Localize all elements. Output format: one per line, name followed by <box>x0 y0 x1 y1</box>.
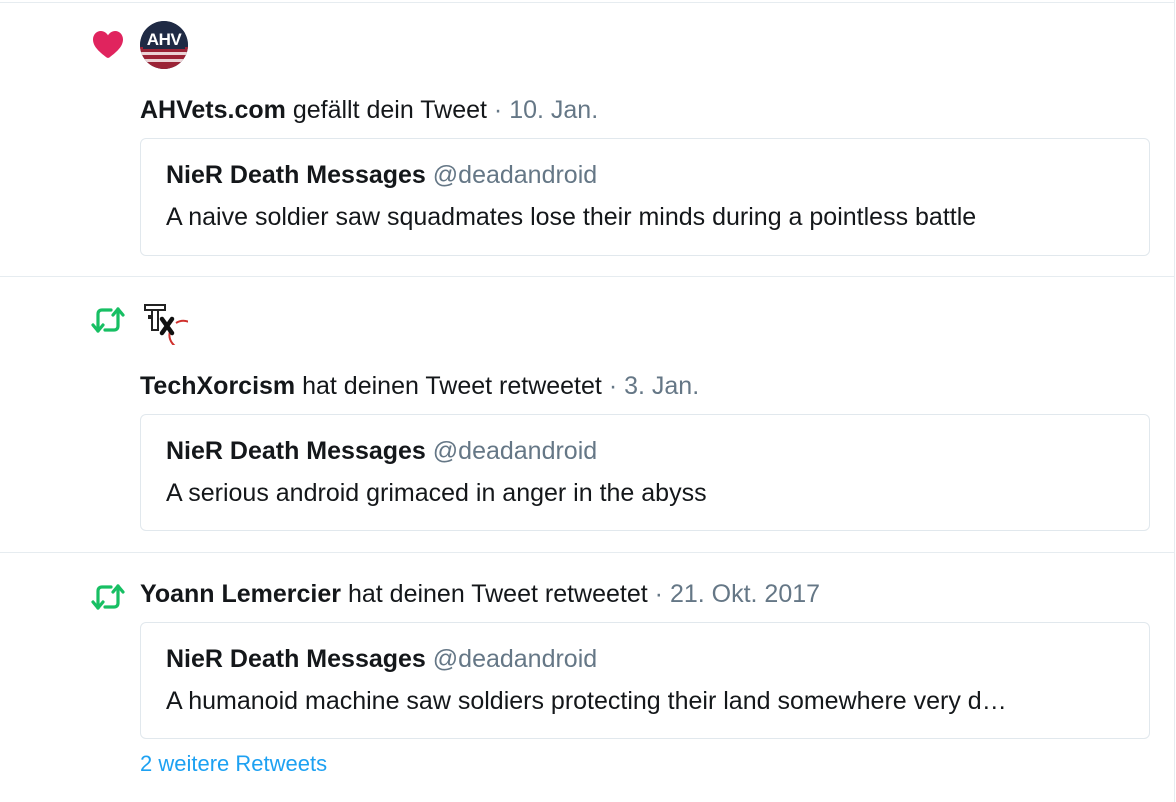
user-name-link[interactable]: TechXorcism <box>140 372 295 400</box>
divider <box>0 552 1174 553</box>
user-name-link[interactable]: Yoann Lemercier <box>140 580 341 608</box>
avatar[interactable]: AHV <box>140 21 188 69</box>
tweet-text: A naive soldier saw squadmates lose thei… <box>166 203 977 231</box>
separator-dot: · <box>493 96 503 124</box>
separator-dot: · <box>608 372 618 400</box>
notifications-feed: AHV AHVets.com gefällt dein Tweet · 10. … <box>0 0 1175 802</box>
tweet-author-name: NieR Death Messages <box>166 161 426 189</box>
notification-headline: Yoann Lemercier hat deinen Tweet retweet… <box>140 579 820 609</box>
retweet-icon <box>88 577 128 617</box>
quoted-tweet-card[interactable]: NieR Death Messages @deadandroid A serio… <box>140 414 1150 531</box>
notification-date[interactable]: 21. Okt. 2017 <box>670 580 820 608</box>
avatar[interactable]: TX <box>140 297 188 345</box>
action-text: hat deinen Tweet retweetet <box>347 580 648 608</box>
notification-date[interactable]: 10. Jan. <box>509 96 598 124</box>
tweet-author-name: NieR Death Messages <box>166 645 426 673</box>
quoted-tweet-card[interactable]: NieR Death Messages @deadandroid A naive… <box>140 138 1150 256</box>
action-text: hat deinen Tweet retweetet <box>302 372 602 400</box>
more-retweets-link[interactable]: 2 weitere Retweets <box>140 750 327 778</box>
tweet-author-handle: @deadandroid <box>432 645 598 673</box>
tweet-author-name: NieR Death Messages <box>166 437 426 465</box>
tweet-author-handle: @deadandroid <box>432 161 598 189</box>
tweet-author-handle: @deadandroid <box>432 437 598 465</box>
avatar-logo-text: AHV <box>146 30 182 49</box>
tweet-author-line: NieR Death Messages @deadandroid <box>166 643 597 675</box>
tweet-text: A serious android grimaced in anger in t… <box>166 479 707 507</box>
divider <box>0 276 1174 277</box>
notification-date[interactable]: 3. Jan. <box>624 372 699 400</box>
techxorcism-avatar-image <box>144 304 188 345</box>
user-name-link[interactable]: AHVets.com <box>140 96 286 124</box>
retweet-icon <box>88 300 128 340</box>
action-text: gefällt dein Tweet <box>292 96 487 124</box>
quoted-tweet-card[interactable]: NieR Death Messages @deadandroid A human… <box>140 622 1150 739</box>
notification-headline: AHVets.com gefällt dein Tweet · 10. Jan. <box>140 95 598 125</box>
heart-icon <box>88 24 128 64</box>
notification-headline: TechXorcism hat deinen Tweet retweetet ·… <box>140 371 699 401</box>
tweet-author-line: NieR Death Messages @deadandroid <box>166 159 597 191</box>
tweet-author-line: NieR Death Messages @deadandroid <box>166 435 597 467</box>
tweet-text: A humanoid machine saw soldiers protecti… <box>166 687 1007 715</box>
separator-dot: · <box>654 580 663 608</box>
divider <box>0 2 1174 3</box>
